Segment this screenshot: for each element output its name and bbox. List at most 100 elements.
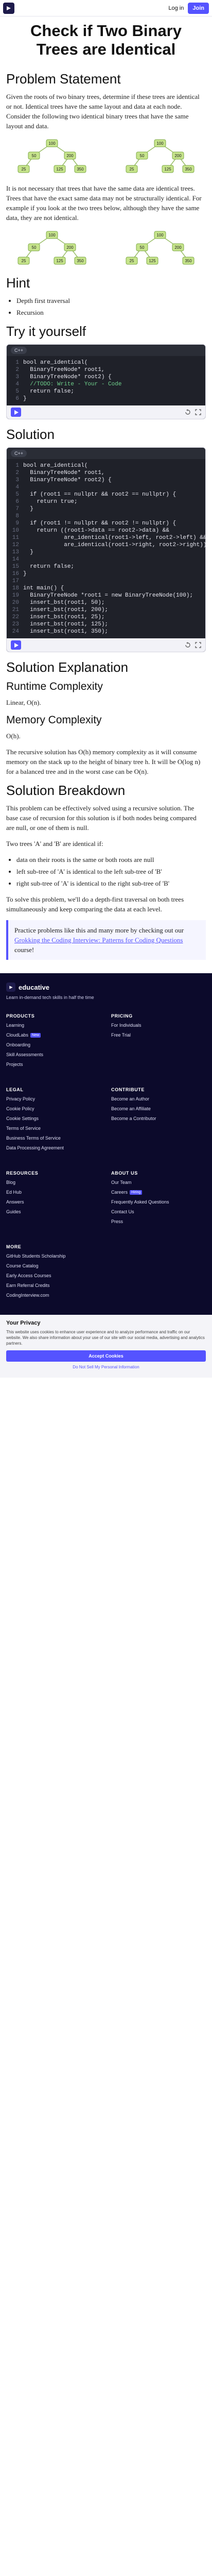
footer-link[interactable]: Contact Us bbox=[111, 1209, 206, 1214]
line-number: 3 bbox=[15, 477, 19, 483]
footer-link[interactable]: Become a Contributor bbox=[111, 1116, 206, 1121]
footer-link[interactable]: Careers Hiring bbox=[111, 1190, 206, 1195]
footer-link[interactable]: Frequently Asked Questions bbox=[111, 1199, 206, 1205]
tree-node-value: 25 bbox=[130, 259, 134, 263]
line-number: 22 bbox=[12, 614, 19, 620]
footer-link[interactable]: Become an Author bbox=[111, 1096, 206, 1101]
code-line: 15 return false; bbox=[11, 563, 201, 570]
footer-heading: PRODUCTS bbox=[6, 1013, 35, 1019]
tree-node-value: 50 bbox=[32, 245, 37, 250]
line-number: 16 bbox=[12, 571, 19, 577]
problem-paragraph-2: It is not necessary that trees that have… bbox=[6, 184, 202, 222]
course-link[interactable]: Grokking the Coding Interview: Patterns … bbox=[14, 936, 183, 944]
code-line: 8 bbox=[11, 513, 201, 520]
code-editor[interactable]: 1 bool are_identical(2 BinaryTreeNode* ro… bbox=[7, 356, 205, 405]
code-line: 9 if (root1 != nullptr && root2 != nullp… bbox=[11, 520, 201, 527]
footer-link[interactable]: Business Terms of Service bbox=[6, 1136, 101, 1141]
educative-logo-icon[interactable] bbox=[3, 2, 14, 14]
code-line: 1 bool are_identical( bbox=[11, 462, 201, 469]
tree-node-value: 200 bbox=[174, 154, 182, 158]
run-button[interactable] bbox=[11, 408, 21, 417]
footer-link[interactable]: CodingInterview.com bbox=[6, 1293, 206, 1298]
line-number: 14 bbox=[12, 556, 19, 563]
footer-link[interactable]: Press bbox=[111, 1219, 206, 1224]
footer-link[interactable]: Cookie Policy bbox=[6, 1106, 101, 1111]
fullscreen-icon[interactable] bbox=[195, 409, 201, 415]
code-line: 18 int main() { bbox=[11, 585, 201, 592]
code-line: 17 bbox=[11, 578, 201, 585]
code-line: 4 bbox=[11, 484, 201, 491]
footer-link[interactable]: Free Trial bbox=[111, 1032, 206, 1038]
footer-link[interactable]: Our Team bbox=[111, 1180, 206, 1185]
line-number: 5 bbox=[15, 492, 19, 498]
footer-link[interactable]: Learning bbox=[6, 1023, 101, 1028]
line-number: 11 bbox=[12, 535, 19, 541]
footer-link[interactable]: Course Catalog bbox=[6, 1263, 206, 1268]
footer-tagline: Learn in-demand tech skills in half the … bbox=[6, 995, 94, 1000]
accept-cookies-button[interactable]: Accept Cookies bbox=[6, 1350, 206, 1362]
try-heading: Try it yourself bbox=[6, 324, 86, 339]
tree-node-value: 25 bbox=[130, 167, 134, 172]
footer-link[interactable]: Cookie Settings bbox=[6, 1116, 101, 1121]
code-text: int main() { bbox=[23, 585, 64, 591]
code-header: C++ bbox=[7, 448, 205, 459]
footer-link[interactable]: Privacy Policy bbox=[6, 1096, 101, 1101]
tree-node-value: 50 bbox=[140, 154, 145, 158]
tree-node-value: 100 bbox=[156, 233, 164, 238]
code-text: } bbox=[23, 506, 33, 512]
code-text: insert_bst(root1, 350); bbox=[23, 629, 109, 635]
code-text: } bbox=[23, 571, 27, 577]
footer-link[interactable]: Answers bbox=[6, 1199, 101, 1205]
fullscreen-icon[interactable] bbox=[195, 642, 201, 648]
code-line: 23 insert_bst(root1, 125); bbox=[11, 621, 201, 628]
tree-node-value: 100 bbox=[48, 141, 56, 146]
tree-node-value: 125 bbox=[149, 259, 156, 263]
line-number: 13 bbox=[12, 549, 19, 555]
join-button[interactable]: Join bbox=[188, 2, 209, 14]
footer-link[interactable]: Earn Referral Credits bbox=[6, 1283, 206, 1288]
login-link[interactable]: Log in bbox=[168, 5, 184, 11]
code-text: if (root1 != nullptr && root2 != nullptr… bbox=[23, 520, 176, 527]
footer-link[interactable]: GitHub Students Scholarship bbox=[6, 1253, 206, 1259]
tree-node-value: 350 bbox=[77, 259, 84, 263]
code-text: } bbox=[23, 396, 27, 402]
footer-link[interactable]: Ed Hub bbox=[6, 1190, 101, 1195]
footer-link[interactable]: Terms of Service bbox=[6, 1126, 101, 1131]
footer-link[interactable]: Data Processing Agreement bbox=[6, 1145, 101, 1150]
hint-heading: Hint bbox=[6, 275, 30, 291]
footer-link[interactable]: Projects bbox=[6, 1062, 101, 1067]
footer-link[interactable]: CloudLabs New bbox=[6, 1032, 101, 1038]
footer-link[interactable]: Blog bbox=[6, 1180, 101, 1185]
footer-link[interactable]: For Individuals bbox=[111, 1023, 206, 1028]
code-line: 13 } bbox=[11, 549, 201, 556]
code-text: BinaryTreeNode* root1, bbox=[23, 367, 105, 373]
breakdown-heading: Solution Breakdown bbox=[6, 783, 126, 798]
code-editor[interactable]: 1 bool are_identical(2 BinaryTreeNode* ro… bbox=[7, 459, 205, 638]
educative-logo-icon[interactable] bbox=[6, 982, 15, 992]
tree-node-value: 125 bbox=[164, 167, 171, 172]
run-button[interactable] bbox=[11, 640, 21, 650]
identical-trees-diagram: 100 50 200 25 125 350 100 50 200 25 125 350 bbox=[17, 139, 195, 173]
code-text: bool are_identical( bbox=[23, 360, 88, 366]
course-callout: Practice problems like this and many mor… bbox=[6, 920, 206, 960]
footer-link[interactable]: Guides bbox=[6, 1209, 101, 1214]
tree-node-value: 200 bbox=[66, 245, 74, 250]
language-selector[interactable]: C++ bbox=[11, 450, 27, 457]
footer-link[interactable]: Skill Assessments bbox=[6, 1052, 101, 1057]
tree-node-value: 100 bbox=[48, 233, 56, 238]
language-selector[interactable]: C++ bbox=[11, 347, 27, 354]
code-line: 6} bbox=[11, 395, 201, 402]
reset-icon[interactable] bbox=[185, 642, 191, 648]
code-text: insert_bst(root1, 25); bbox=[23, 614, 105, 620]
footer-link[interactable]: Onboarding bbox=[6, 1042, 101, 1047]
do-not-sell-link[interactable]: Do Not Sell My Personal Information bbox=[6, 1365, 206, 1369]
line-number: 23 bbox=[12, 621, 19, 628]
footer-link[interactable]: Become an Affiliate bbox=[111, 1106, 206, 1111]
code-line: 12 are_identical(root1->right, root2->ri… bbox=[11, 541, 205, 549]
footer-link[interactable]: Early Access Courses bbox=[6, 1273, 206, 1278]
reset-icon[interactable] bbox=[185, 409, 191, 415]
line-number: 2 bbox=[15, 367, 19, 373]
line-number: 6 bbox=[15, 499, 19, 505]
code-text: insert_bst(root1, 50); bbox=[23, 600, 105, 606]
top-navigation: Log in Join bbox=[0, 0, 212, 16]
